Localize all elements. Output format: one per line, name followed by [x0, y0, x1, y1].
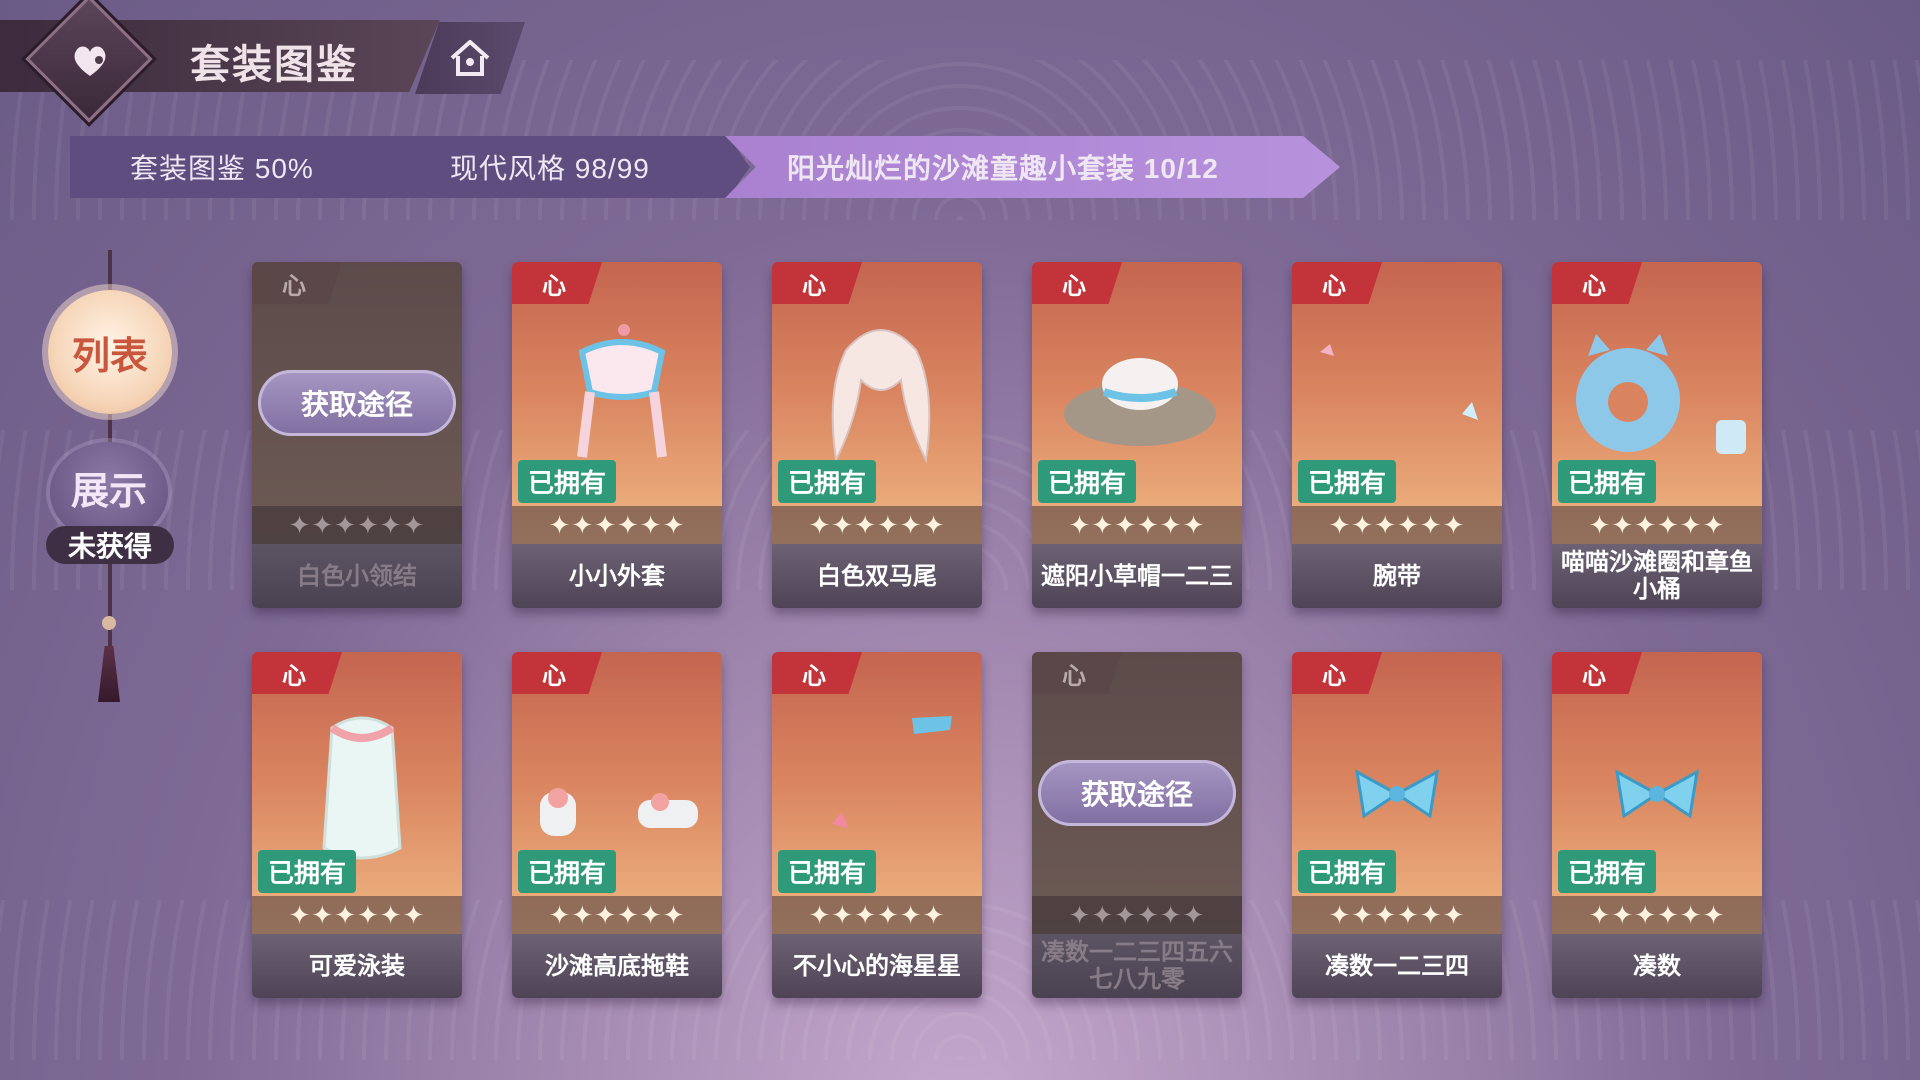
owned-badge: 已拥有	[1038, 460, 1137, 503]
starfish-icon	[832, 716, 952, 828]
blue-bow-icon	[1355, 769, 1439, 819]
heart-tag: 心	[252, 652, 342, 694]
outfit-card[interactable]: 心已拥有 ✦✦✦✦✦✦ 不小心的海星星	[772, 652, 982, 998]
owned-badge: 已拥有	[518, 850, 617, 893]
item-name: 喵喵沙滩圈和章鱼小桶	[1552, 544, 1762, 608]
heart-tag: 心	[772, 652, 862, 694]
platform-sandals-icon	[540, 788, 698, 836]
outfit-card[interactable]: 心已拥有 ✦✦✦✦✦✦ 腕带	[1292, 262, 1502, 608]
tassel	[98, 646, 120, 702]
unobtained-label: 未获得	[67, 531, 152, 562]
owned-badge: 已拥有	[778, 850, 877, 893]
breadcrumb-label: 现代风格 98/99	[450, 153, 650, 184]
star-rating: ✦✦✦✦✦✦	[772, 506, 982, 544]
owned-badge: 已拥有	[1298, 460, 1397, 503]
star-rating: ✦✦✦✦✦✦	[252, 506, 462, 544]
star-rating: ✦✦✦✦✦✦	[1032, 896, 1242, 934]
page-title: 套装图鉴	[190, 43, 358, 87]
heart-tag: 心	[512, 652, 602, 694]
owned-badge: 已拥有	[1298, 850, 1397, 893]
breadcrumb-current-set[interactable]: 阳光灿烂的沙滩童趣小套装 10/12	[725, 136, 1340, 198]
item-name: 沙滩高底拖鞋	[512, 934, 722, 998]
star-rating: ✦✦✦✦✦✦	[512, 896, 722, 934]
heart-tag: 心	[1552, 262, 1642, 304]
straw-hat-icon	[1064, 358, 1216, 446]
heart-tag: 心	[772, 262, 862, 304]
star-rating: ✦✦✦✦✦✦	[1292, 506, 1502, 544]
outfit-card[interactable]: 心已拥有 ✦✦✦✦✦✦ 凑数	[1552, 652, 1762, 998]
heart-tag: 心	[1032, 262, 1122, 304]
heart-tag: 心	[1292, 262, 1382, 304]
jacket-icon	[577, 324, 667, 458]
outfit-card[interactable]: 心已拥有 ✦✦✦✦✦✦ 沙滩高底拖鞋	[512, 652, 722, 998]
item-name: 白色双马尾	[772, 544, 982, 608]
swimsuit-icon	[322, 716, 402, 860]
outfit-card[interactable]: 心已拥有 ✦✦✦✦✦✦ 白色双马尾	[772, 262, 982, 608]
star-rating: ✦✦✦✦✦✦	[1292, 896, 1502, 934]
breadcrumb-collection[interactable]: 套装图鉴 50%	[70, 136, 410, 198]
star-rating: ✦✦✦✦✦✦	[512, 506, 722, 544]
item-name: 白色小领结	[252, 544, 462, 608]
breadcrumb-label: 阳光灿烂的沙滩童趣小套装 10/12	[787, 153, 1219, 184]
float-ring-bucket-icon	[1576, 334, 1746, 454]
star-rating: ✦✦✦✦✦✦	[1552, 506, 1762, 544]
tab-list-label: 列表	[71, 335, 148, 378]
owned-badge: 已拥有	[778, 460, 877, 503]
outfit-card[interactable]: 心已拥有 ✦✦✦✦✦✦ 遮阳小草帽一二三	[1032, 262, 1242, 608]
item-name: 凑数一二三四五六七八九零	[1032, 934, 1242, 998]
obtain-method-button[interactable]: 获取途径	[1038, 760, 1236, 826]
owned-badge: 已拥有	[258, 850, 357, 893]
twin-tail-hair-icon	[831, 329, 931, 464]
heart-tag: 心	[512, 262, 602, 304]
owned-badge: 已拥有	[1558, 850, 1657, 893]
star-rating: ✦✦✦✦✦✦	[1552, 896, 1762, 934]
blue-bow-icon	[1615, 769, 1699, 819]
breadcrumb-label: 套装图鉴 50%	[130, 153, 314, 184]
owned-badge: 已拥有	[1558, 460, 1657, 503]
item-name: 凑数一二三四	[1292, 934, 1502, 998]
outfit-card[interactable]: 心获取途径 ✦✦✦✦✦✦ 白色小领结	[252, 262, 462, 608]
outfit-card[interactable]: 心获取途径 ✦✦✦✦✦✦ 凑数一二三四五六七八九零	[1032, 652, 1242, 998]
star-rating: ✦✦✦✦✦✦	[772, 896, 982, 934]
unobtained-filter[interactable]: 未获得	[46, 526, 174, 564]
obtain-method-button[interactable]: 获取途径	[258, 370, 456, 436]
breadcrumb-modern-style[interactable]: 现代风格 98/99	[380, 136, 750, 198]
heart-tag: 心	[1292, 652, 1382, 694]
outfit-card[interactable]: 心已拥有 ✦✦✦✦✦✦ 喵喵沙滩圈和章鱼小桶	[1552, 262, 1762, 608]
star-rating: ✦✦✦✦✦✦	[252, 896, 462, 934]
item-name: 不小心的海星星	[772, 934, 982, 998]
heart-tag: 心	[252, 262, 342, 304]
item-name: 腕带	[1292, 544, 1502, 608]
outfit-card[interactable]: 心已拥有 ✦✦✦✦✦✦ 凑数一二三四	[1292, 652, 1502, 998]
star-rating: ✦✦✦✦✦✦	[1032, 506, 1242, 544]
outfit-card[interactable]: 心已拥有 ✦✦✦✦✦✦ 可爱泳装	[252, 652, 462, 998]
home-icon	[450, 40, 490, 76]
heart-spade-icon	[62, 32, 118, 88]
wristband-icon	[1320, 344, 1478, 420]
item-name: 小小外套	[512, 544, 722, 608]
item-name: 遮阳小草帽一二三	[1032, 544, 1242, 608]
item-name: 可爱泳装	[252, 934, 462, 998]
tassel-bead	[102, 616, 116, 630]
heart-tag: 心	[1032, 652, 1122, 694]
item-name: 凑数	[1552, 934, 1762, 998]
outfit-card[interactable]: 心已拥有 ✦✦✦✦✦✦ 小小外套	[512, 262, 722, 608]
owned-badge: 已拥有	[518, 460, 617, 503]
tab-list[interactable]: 列表	[48, 290, 172, 414]
tab-show-label: 展示	[70, 471, 147, 513]
heart-tag: 心	[1552, 652, 1642, 694]
